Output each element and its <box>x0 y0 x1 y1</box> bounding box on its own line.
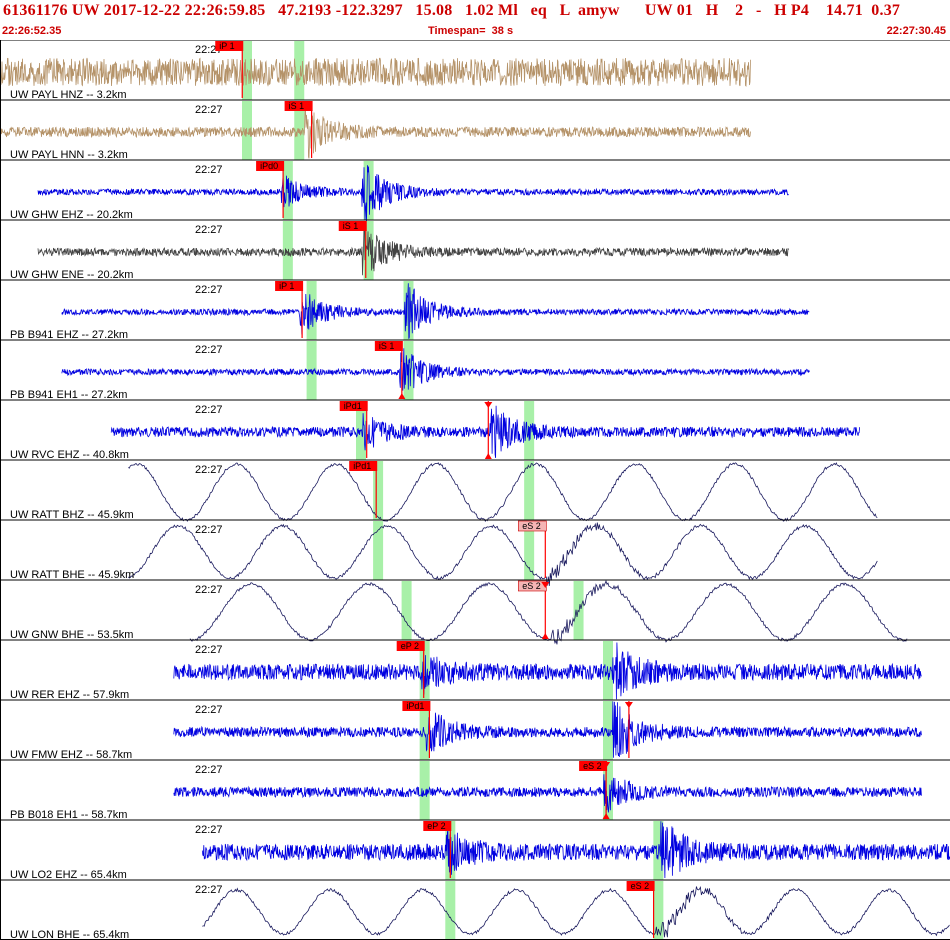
trace-time-label: 22:27 <box>195 824 223 836</box>
waveform-trace <box>173 642 922 700</box>
station-label: UW RATT BHE -- 45.9km <box>10 569 134 581</box>
phase-pick-label: iS 1 <box>379 341 395 351</box>
trace-row[interactable]: 22:27 UW GHW EHZ -- 20.2km iPd0 <box>0 159 950 222</box>
station-label: UW RVC EHZ -- 40.8km <box>10 449 129 461</box>
phase-pick-label: eS 2 <box>583 761 602 771</box>
waveform-trace <box>128 462 878 522</box>
waveform-trace <box>61 283 810 339</box>
station-label: PB B941 EH1 -- 27.2km <box>10 389 127 401</box>
header-bar: 61361176 UW 2017-12-22 22:26:59.85 47.21… <box>0 0 950 40</box>
trace-time-label: 22:27 <box>195 284 223 296</box>
pick-up-triangle <box>484 453 492 459</box>
pick-down-triangle <box>484 402 493 408</box>
trace-row[interactable]: 22:27 UW FMW EHZ -- 58.7km iPd1 <box>0 699 950 761</box>
trace-row[interactable]: 22:27UW PAYL HNZ -- 3.2kmiP 1 <box>0 40 950 101</box>
station-label: PB B018 EH1 -- 58.7km <box>10 809 127 821</box>
phase-pick-label: iPd1 <box>344 401 362 411</box>
timespan-label: Timespan= 38 s <box>428 25 514 37</box>
station-label: UW GNW BHE -- 53.5km <box>10 629 133 641</box>
trace-time-label: 22:27 <box>195 464 223 476</box>
phase-pick-label: eS 2 <box>631 881 650 891</box>
phase-pick-label: iP 1 <box>219 41 234 51</box>
trace-row[interactable]: 22:27 UW LON BHE -- 65.4km eS 2 <box>0 879 950 940</box>
phase-pick-label: eS 2 <box>522 581 541 591</box>
phase-pick-label: eP 2 <box>401 641 419 651</box>
pick-up-triangle <box>541 633 549 639</box>
station-label: UW LON BHE -- 65.4km <box>10 929 129 940</box>
trace-time-label: 22:27 <box>195 584 223 596</box>
trace-row[interactable]: 22:27 PB B941 EHZ -- 27.2km iP 1 <box>0 279 950 341</box>
phase-pick-label: eP 2 <box>427 821 445 831</box>
trace-time-label: 22:27 <box>195 344 223 356</box>
trace-row[interactable]: 22:27 UW GHW ENE -- 20.2km iS 1 <box>0 219 950 281</box>
trace-time-label: 22:27 <box>195 524 223 536</box>
waveform-trace <box>189 579 908 645</box>
station-label: UW GHW ENE -- 20.2km <box>10 269 133 281</box>
station-label: UW RER EHZ -- 57.9km <box>10 689 129 701</box>
station-label: UW RATT BHZ -- 45.9km <box>10 509 134 521</box>
trace-row[interactable]: 22:27 UW RATT BHE -- 45.9km eS 2 <box>0 519 950 586</box>
phase-pick-label: iPd0 <box>260 161 278 171</box>
time-window-marker <box>573 581 584 640</box>
trace-time-label: 22:27 <box>195 884 223 896</box>
trace-time-label: 22:27 <box>195 164 223 176</box>
waveform-trace <box>0 57 751 87</box>
trace-time-label: 22:27 <box>195 644 223 656</box>
waveform-trace <box>61 348 810 391</box>
station-label: PB B941 EHZ -- 27.2km <box>10 329 128 341</box>
trace-row[interactable]: 22:27 UW RATT BHZ -- 45.9km iPd1 <box>0 459 950 522</box>
phase-pick-label: iPd1 <box>353 461 371 471</box>
trace-row[interactable]: 22:27 PB B018 EH1 -- 58.7km eS 2 <box>0 759 950 821</box>
phase-pick-label: iP 1 <box>279 281 294 291</box>
station-label: UW FMW EHZ -- 58.7km <box>10 749 132 761</box>
waveform-trace <box>201 821 950 879</box>
waveform-trace <box>128 522 878 586</box>
trace-time-label: 22:27 <box>195 764 223 776</box>
station-label: UW GHW EHZ -- 20.2km <box>10 209 133 221</box>
trace-row[interactable]: 22:27 UW PAYL HNN -- 3.2km iS 1 <box>0 99 950 161</box>
trace-time-label: 22:27 <box>195 704 223 716</box>
phase-pick-label: iS 1 <box>343 221 359 231</box>
waveform-trace <box>173 701 922 758</box>
seismogram-panel[interactable]: 22:27 UW PAYL HNZ -- 3.2km iP 1 22:27 UW PAY… <box>0 40 950 940</box>
station-label: UW PAYL HNN -- 3.2km <box>10 149 128 161</box>
trace-time-label: 22:27 <box>195 104 223 116</box>
pick-down-triangle <box>624 702 633 708</box>
waveform-trace <box>173 774 922 813</box>
trace-row[interactable]: 22:27 UW GNW BHE -- 53.5km eS 2 <box>0 579 950 645</box>
phase-pick-label: iPd1 <box>406 701 424 711</box>
station-label: UW LO2 EHZ -- 65.4km <box>10 869 127 881</box>
end-time-label: 22:27:30.45 <box>886 25 946 37</box>
waveform-trace <box>110 405 860 458</box>
phase-pick-label: eS 2 <box>522 521 541 531</box>
station-label: UW PAYL HNZ -- 3.2km <box>10 89 127 101</box>
event-title: 61361176 UW 2017-12-22 22:26:59.85 47.21… <box>3 2 901 19</box>
trace-row[interactable]: 22:27 UW RVC EHZ -- 40.8km iPd1 <box>0 399 950 461</box>
trace-row[interactable]: 22:27 UW RER EHZ -- 57.9km eP 2 <box>0 639 950 701</box>
time-window-marker <box>401 581 412 640</box>
waveform-trace <box>37 165 789 222</box>
time-window-marker <box>524 461 535 520</box>
trace-time-label: 22:27 <box>195 224 223 236</box>
waveform-trace <box>37 223 789 276</box>
trace-row[interactable]: 22:27 PB B941 EH1 -- 27.2km iS 1 <box>0 339 950 401</box>
trace-row[interactable]: 22:27 UW LO2 EHZ -- 65.4km eP 2 <box>0 819 950 881</box>
trace-time-label: 22:27 <box>195 404 223 416</box>
time-window-marker <box>445 881 456 940</box>
start-time-label: 22:26:52.35 <box>2 25 62 37</box>
time-window-marker <box>282 221 293 280</box>
waveform-trace <box>202 885 950 938</box>
phase-pick-label: iS 1 <box>289 101 305 111</box>
